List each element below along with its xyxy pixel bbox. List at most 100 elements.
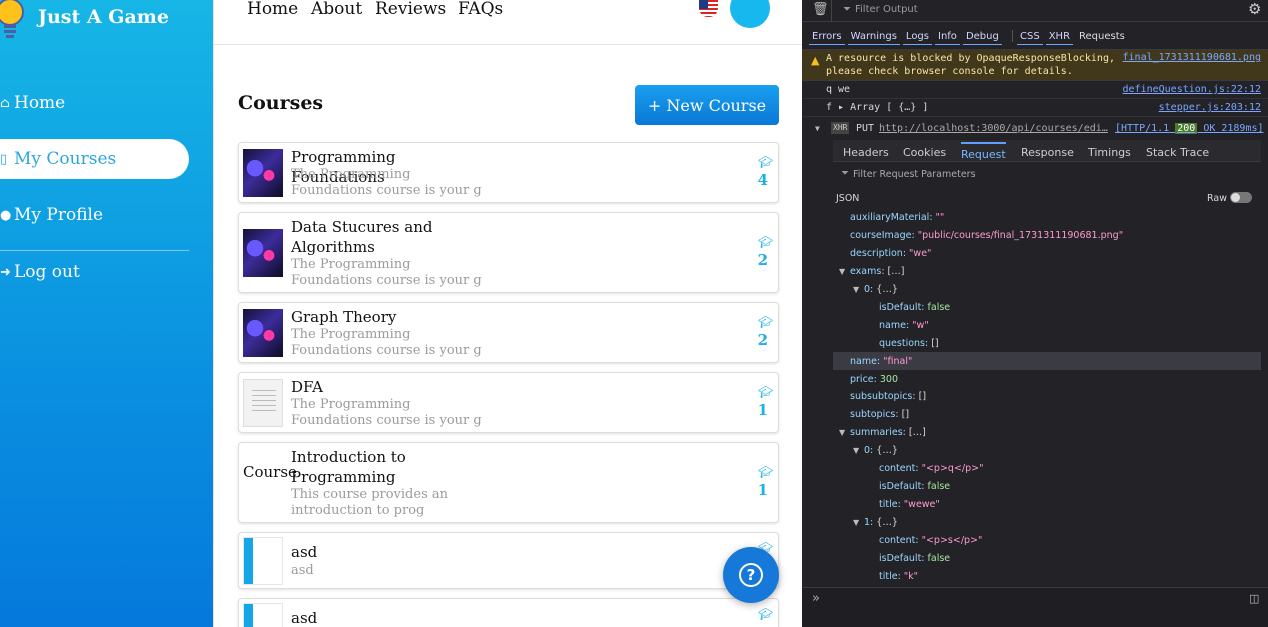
divider [831,0,832,22]
course-card[interactable]: Course Introduction to Programming This … [238,442,779,523]
expand-arrow-icon[interactable]: ▼ [839,426,845,440]
tab-response[interactable]: Response [1021,146,1074,159]
student-count: 4 [757,171,768,189]
graduation-cap-icon: 🎓︎ [758,155,774,169]
trash-icon[interactable]: 🗑︎ [812,2,829,17]
filter-params-input[interactable]: Filter Request Parameters [853,169,976,180]
json-row[interactable]: content: "<p>s</p>" [879,534,982,548]
filter-output-input[interactable]: Filter Output [855,4,918,15]
expand-arrow-icon[interactable]: ▼ [839,265,845,279]
student-count: 1 [757,401,768,419]
gear-icon[interactable]: ⚙ [1248,0,1261,18]
warning-source-link[interactable]: final_1731311190681.png [1123,52,1261,63]
graduation-cap-icon: 🎓︎ [758,607,774,621]
nav-link-faqs[interactable]: FAQs [458,0,503,19]
tab-request[interactable]: Request [961,142,1006,161]
us-flag-icon[interactable] [699,0,718,17]
sidebar-item-label: Home [14,93,66,113]
tab-stack-trace[interactable]: Stack Trace [1146,146,1209,159]
json-row[interactable]: description: "we" [850,247,931,261]
json-row[interactable]: 0: {…} [864,283,898,297]
json-row[interactable]: isDefault: false [879,480,950,494]
expand-arrow-icon[interactable]: ▼ [853,283,859,297]
sidebar-item-my-courses[interactable]: ▯ My Courses [0,139,189,179]
request-status: [HTTP/1.1 200 OK 2189ms] [1115,120,1264,137]
json-row[interactable]: questions: [] [879,337,939,351]
course-card[interactable]: Data Stucures and Algorithms The Program… [238,212,779,293]
new-course-button[interactable]: + New Course [635,85,779,125]
json-row[interactable]: courseImage: "public/courses/final_17313… [850,229,1123,243]
filter-tab-warnings[interactable]: Warnings [847,29,900,45]
sidebar-item-logout[interactable]: ➜ Log out [0,252,80,292]
filter-tab-requests[interactable]: Requests [1076,29,1128,44]
nav-link-reviews[interactable]: Reviews [375,0,446,19]
tab-timings[interactable]: Timings [1088,146,1131,159]
json-row[interactable]: auxiliaryMaterial: "" [850,211,944,225]
course-card[interactable]: asd asd 🎓︎ [238,532,779,589]
nav-link-home[interactable]: Home [247,0,298,19]
student-count: 2 [757,251,768,269]
json-row[interactable]: title: "wewe" [879,498,940,512]
xhr-request-row[interactable]: ▼ XHR PUT http://localhost:3000/api/cour… [802,120,1268,138]
console-input[interactable]: » ◫ [802,587,1268,627]
log-source-link[interactable]: defineQuestion.js:22:12 [1123,81,1261,98]
course-thumbnail [243,229,283,277]
tab-headers[interactable]: Headers [843,146,889,159]
json-row[interactable]: name: "w" [879,319,929,333]
course-thumbnail [243,379,283,427]
json-label: JSON [836,193,860,204]
json-row[interactable]: subtopics: [] [850,408,909,422]
json-row[interactable]: subsubtopics: [] [850,390,926,404]
tab-cookies[interactable]: Cookies [903,146,946,159]
json-row[interactable]: 0: {…} [864,444,898,458]
content-border [213,0,214,627]
nav-link-about[interactable]: About [311,0,362,19]
course-card[interactable]: Graph Theory The Programming Foundations… [238,302,779,363]
json-row[interactable]: name: "final" [850,355,912,369]
json-row[interactable]: exams: […] [850,265,904,279]
filter-tab-css[interactable]: CSS [1017,29,1043,45]
filter-tab-info[interactable]: Info [935,29,960,45]
course-title: asd [291,543,318,561]
course-thumbnail [243,309,283,357]
top-nav: Home About Reviews FAQs [214,0,802,45]
log-source-link[interactable]: stepper.js:203:12 [1159,99,1261,116]
json-row[interactable]: summaries: […] [850,426,926,440]
home-icon: ⌂ [0,95,10,111]
raw-toggle[interactable] [1230,192,1252,203]
graduation-cap-icon: 🎓︎ [758,385,774,399]
collapse-arrow-icon[interactable]: ▼ [815,120,820,137]
json-row[interactable]: title: "k" [879,570,918,584]
avatar[interactable] [730,0,770,28]
sidebar-toggle-icon[interactable]: ◫ [1249,592,1259,605]
json-row[interactable]: isDefault: false [879,552,950,566]
filter-tab-xhr[interactable]: XHR [1045,29,1074,45]
console-filter-tabs: Errors Warnings Logs Info Debug CSS XHR Reques… [802,27,1268,45]
sidebar-item-home[interactable]: ⌂ Home [0,83,65,123]
log-text[interactable]: f ▸ Array [ {…} ] [826,99,928,116]
question-mark-icon: ? [739,563,763,587]
help-button[interactable]: ? [723,547,779,603]
expand-arrow-icon[interactable]: ▼ [853,516,859,530]
filter-tab-debug[interactable]: Debug [962,29,1002,45]
json-row[interactable]: 1: {…} [864,516,898,530]
warning-icon: ▲ [811,54,820,67]
filter-tab-logs[interactable]: Logs [902,29,932,45]
sidebar-divider [0,250,189,251]
lightbulb-icon [0,0,24,38]
sidebar-item-my-profile[interactable]: ● My Profile [0,195,103,235]
xhr-badge: XHR [831,122,850,134]
json-row[interactable]: content: "<p>q</p>" [879,462,983,476]
request-url[interactable]: http://localhost:3000/api/courses/edi… [879,120,1108,137]
expand-arrow-icon[interactable]: ▼ [853,444,859,458]
course-card[interactable]: DFA The Programming Foundations course i… [238,372,779,433]
json-row[interactable]: price: 300 [850,373,898,387]
course-title: Graph Theory [291,308,397,326]
course-title: Introduction to Programming [291,448,406,486]
course-thumbnail [243,537,283,585]
json-row[interactable]: isDefault: false [879,301,950,315]
course-card[interactable]: Programming Foundations The Programming … [238,142,779,203]
filter-tab-errors[interactable]: Errors [809,29,845,45]
course-card[interactable]: asd 🎓︎ [238,598,779,627]
filter-request-parameters[interactable]: ⏷ Filter Request Parameters [802,166,1268,184]
